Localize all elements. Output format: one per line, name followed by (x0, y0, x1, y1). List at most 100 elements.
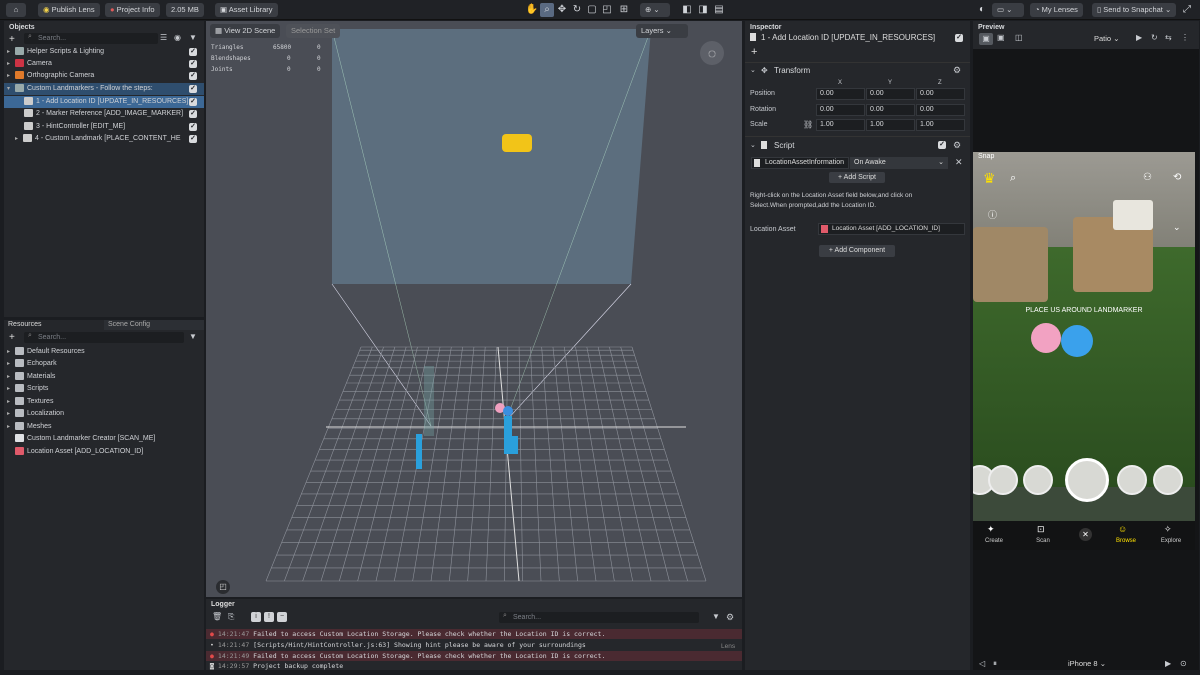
add-resource-icon[interactable]: + (9, 332, 15, 343)
add-object-icon[interactable]: + (9, 34, 15, 45)
resource-folder[interactable]: ▸ Default Resources (4, 346, 204, 358)
enable-checkbox[interactable]: ✓ (189, 110, 197, 118)
resource-folder[interactable]: ▸ Scripts (4, 383, 204, 395)
move-tool-icon[interactable]: ✥ (555, 3, 569, 17)
publish-lens-button[interactable]: ◉ Publish Lens (38, 3, 100, 17)
tree-item-camera[interactable]: ▸ Camera (4, 58, 204, 70)
lens-carousel-item[interactable] (1153, 465, 1183, 495)
tree-item-helper[interactable]: ▸ Helper Scripts & Lighting (4, 46, 204, 58)
phone-screen[interactable]: PLACE US AROUND LANDMARKER Snap ♛ ⌕ ⓘ ⚇ … (973, 152, 1195, 550)
device-selector[interactable]: iPhone 8 ⌄ (1068, 659, 1106, 668)
resource-item[interactable]: Custom Landmarker Creator [SCAN_ME] (4, 433, 204, 445)
tree-item-marker-ref[interactable]: 2 - Marker Reference [ADD_IMAGE_MARKER] (4, 108, 184, 120)
trigger-dropdown[interactable]: On Awake ⌄ (850, 157, 948, 169)
tab-scene-config[interactable]: Scene Config (104, 320, 204, 330)
snap-ghost-icon[interactable]: ♛ (983, 170, 996, 187)
enable-checkbox[interactable]: ✓ (189, 48, 197, 56)
info-filter-icon[interactable]: i (251, 612, 261, 622)
gear-icon[interactable]: ⚙ (726, 612, 734, 623)
tree-item-ortho-camera[interactable]: ▸ Orthographic Camera (4, 70, 204, 82)
location-asset-field[interactable]: Location Asset [ADD_LOCATION_ID] (818, 223, 965, 235)
webcam-icon[interactable]: ◫ (1015, 33, 1023, 42)
rotation-z-field[interactable]: 0.00 (916, 104, 965, 116)
asset-library-button[interactable]: ▣ Asset Library (215, 3, 278, 17)
camera-mode-icon[interactable] (718, 3, 732, 17)
pause-icon[interactable]: ⏸ (993, 659, 997, 669)
layout-icon-1[interactable]: ◧ (680, 3, 694, 17)
gear-icon[interactable]: ⚙ (953, 65, 961, 76)
filter-icon[interactable]: ▼ (189, 332, 197, 341)
rotate-tool-icon[interactable]: ↻ (570, 3, 584, 17)
scale-y-field[interactable]: 1.00 (866, 119, 915, 131)
volume-icon[interactable]: ◁ (979, 659, 985, 668)
scale-tool-icon[interactable]: ▢ (585, 3, 599, 17)
scale-x-field[interactable]: 1.00 (816, 119, 865, 131)
tree-item-hint-controller[interactable]: 3 - HintController [EDIT_ME] (4, 121, 184, 133)
record-icon[interactable]: ▶ (1165, 659, 1171, 668)
add-friend-icon[interactable]: ⚇ (1143, 172, 1152, 183)
error-filter-icon[interactable]: − (277, 612, 287, 622)
close-lens-icon[interactable]: ✕ (1079, 528, 1092, 541)
flip-camera-icon[interactable]: ⟲ (1173, 172, 1181, 183)
add-script-button[interactable]: + Add Script (829, 172, 885, 183)
filter-icon[interactable]: ▼ (189, 33, 197, 42)
more-icon[interactable]: ⋮ (1181, 33, 1189, 42)
link-icon[interactable]: ⛓ (803, 120, 813, 129)
position-x-field[interactable]: 0.00 (816, 88, 865, 100)
resource-folder[interactable]: ▸ Materials (4, 371, 204, 383)
explore-icon[interactable]: ✧ (1164, 524, 1172, 535)
select-tool-icon[interactable]: ⌕ (540, 3, 554, 17)
object-enabled-checkbox[interactable]: ✓ (955, 34, 963, 42)
eye-icon[interactable]: ◉ (174, 33, 181, 42)
nav-scan[interactable]: Scan (1031, 538, 1055, 544)
add-component-icon[interactable]: + (751, 46, 757, 58)
refresh-icon[interactable]: ↻ (1151, 33, 1158, 42)
nav-browse[interactable]: Browse (1111, 538, 1141, 544)
nav-explore[interactable]: Explore (1156, 538, 1186, 544)
enable-checkbox[interactable]: ✓ (189, 98, 197, 106)
info-icon[interactable]: ⓘ (988, 208, 997, 221)
layers-dropdown[interactable]: Layers ⌄ (636, 24, 688, 38)
enable-checkbox[interactable]: ✓ (189, 60, 197, 68)
resource-folder[interactable]: ▸ Localization (4, 408, 204, 420)
search-icon[interactable]: ⌕ (1010, 172, 1016, 185)
enable-checkbox[interactable]: ✓ (189, 135, 197, 143)
list-view-icon[interactable]: ☰ (160, 33, 167, 42)
trash-icon[interactable]: 🗑 (212, 612, 222, 621)
enable-checkbox[interactable]: ✓ (189, 123, 197, 131)
scale-z-field[interactable]: 1.00 (916, 119, 965, 131)
layout-icon-2[interactable]: ◨ (696, 3, 710, 17)
scene-viewport[interactable]: ▦ View 2D Scene Selection Set Layers ⌄ ◌… (206, 21, 742, 597)
device-dropdown[interactable]: ▭ ⌄ (992, 3, 1024, 17)
front-camera-icon[interactable]: ▣ (979, 33, 993, 45)
create-icon[interactable]: ✦ (987, 524, 995, 535)
fit-view-icon[interactable]: ◰ (216, 580, 230, 594)
filter-icon[interactable]: ▼ (712, 612, 720, 621)
lens-carousel-item[interactable] (988, 465, 1018, 495)
interact-icon[interactable]: ⇆ (1165, 33, 1172, 42)
tree-item-location-id[interactable]: 1 - Add Location ID [UPDATE_IN_RESOURCES… (4, 96, 204, 108)
close-icon[interactable]: ✕ (955, 157, 963, 168)
position-z-field[interactable]: 0.00 (916, 88, 965, 100)
nav-create[interactable]: Create (979, 538, 1009, 544)
view-2d-scene-button[interactable]: ▦ View 2D Scene (210, 24, 281, 38)
tree-item-custom-landmark[interactable]: ▸ 4 - Custom Landmark [PLACE_CONTENT_HE (4, 133, 188, 145)
theme-toggle-icon[interactable]: ◐ (975, 3, 989, 17)
gear-icon[interactable]: ⚙ (953, 140, 961, 151)
resource-item[interactable]: Location Asset [ADD_LOCATION_ID] (4, 446, 204, 458)
screenshot-icon[interactable]: ⊙ (1180, 659, 1187, 668)
collapse-icon[interactable]: ⌄ (750, 141, 756, 149)
my-lenses-button[interactable]: ◔ My Lenses (1030, 3, 1083, 17)
back-camera-icon[interactable]: ▣ (997, 33, 1005, 42)
resources-search-input[interactable]: Search... (24, 332, 184, 343)
scan-icon[interactable]: ⊡ (1037, 524, 1045, 535)
logger-search-input[interactable]: Search... (499, 612, 699, 623)
rect-tool-icon[interactable]: ◰ (600, 3, 614, 17)
lens-carousel-item[interactable] (1117, 465, 1147, 495)
globe-dropdown[interactable]: ⊕ ⌄ (640, 3, 670, 17)
enable-checkbox[interactable]: ✓ (189, 85, 197, 93)
home-icon[interactable]: ⌂ (6, 3, 26, 17)
selection-set-button[interactable]: Selection Set (286, 24, 341, 38)
add-component-button[interactable]: + Add Component (819, 245, 895, 257)
rotation-x-field[interactable]: 0.00 (816, 104, 865, 116)
